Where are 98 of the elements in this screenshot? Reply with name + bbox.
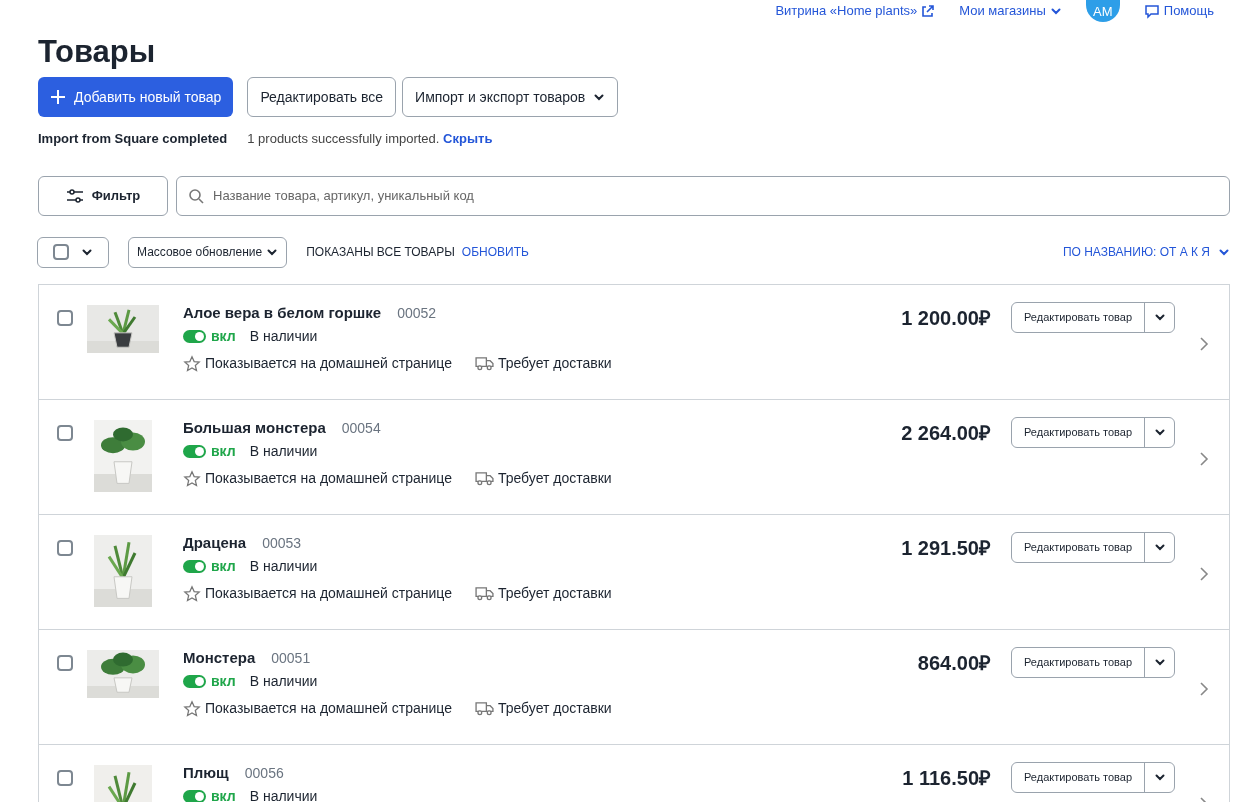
plus-icon — [50, 89, 66, 105]
product-price: 864.00₽ — [917, 650, 991, 676]
stock-status: В наличии — [249, 672, 318, 691]
shipping-label: Требует доставки — [497, 584, 612, 603]
toggle-switch[interactable] — [183, 330, 206, 343]
toggle-switch[interactable] — [183, 445, 206, 458]
product-name[interactable]: Плющ — [183, 761, 229, 784]
truck-icon — [474, 471, 494, 486]
chevron-down-icon — [1153, 541, 1166, 553]
product-code: 00051 — [271, 648, 311, 668]
search-field[interactable]: Название товара, артикул, уникальный код — [176, 175, 1230, 216]
notice-title: Import from Square completed — [38, 130, 228, 148]
checkbox[interactable] — [57, 309, 73, 326]
chevron-down-icon — [1049, 5, 1062, 17]
toggle-label: вкл — [211, 442, 236, 461]
toggle-label: вкл — [211, 672, 236, 691]
product-code: 00052 — [397, 303, 437, 323]
checkbox[interactable] — [57, 769, 73, 786]
edit-product-button[interactable]: Редактировать товар — [1012, 302, 1145, 332]
checkbox[interactable] — [53, 244, 69, 260]
product-code: 00053 — [262, 533, 302, 553]
product-name[interactable]: Алое вера в белом горшке — [183, 301, 382, 324]
featured-label: Показывается на домашней странице — [205, 469, 452, 488]
star-icon — [183, 354, 201, 373]
edit-product-button[interactable]: Редактировать товар — [1012, 417, 1145, 447]
toggle-switch[interactable] — [183, 790, 206, 802]
import-export-button[interactable]: Импорт и экспорт товаров — [402, 77, 619, 117]
sliders-icon — [65, 188, 84, 203]
toggle-label: вкл — [211, 557, 236, 576]
filter-button[interactable]: Фильтр — [38, 175, 168, 216]
chevron-down-icon — [1153, 771, 1166, 783]
chevron-right-icon[interactable] — [1199, 680, 1209, 697]
star-icon — [183, 699, 201, 718]
edit-product-split-button[interactable]: Редактировать товар — [1011, 531, 1175, 563]
select-all-dropdown[interactable] — [37, 236, 109, 268]
product-price: 1 291.50₽ — [901, 535, 991, 561]
sort-dropdown[interactable]: ПО НАЗВАНИЮ: ОТ А К Я — [1062, 243, 1230, 261]
toggle-label: вкл — [211, 327, 236, 346]
stock-status: В наличии — [249, 442, 318, 461]
toggle-switch[interactable] — [183, 675, 206, 688]
toggle-switch[interactable] — [183, 560, 206, 573]
featured-label: Показывается на домашней странице — [205, 354, 452, 373]
chevron-down-icon — [1218, 246, 1230, 258]
featured-label: Показывается на домашней странице — [205, 699, 452, 718]
stores-menu[interactable]: Мои магазины — [959, 1, 1062, 21]
star-icon — [183, 469, 201, 488]
featured-label: Показывается на домашней странице — [205, 584, 452, 603]
checkbox[interactable] — [57, 424, 73, 441]
chevron-down-icon — [1153, 656, 1166, 668]
status-text: ПОКАЗАНЫ ВСЕ ТОВАРЫ — [306, 244, 455, 261]
edit-all-button[interactable]: Редактировать все — [247, 77, 397, 117]
chat-bubble-icon — [1143, 3, 1160, 19]
storefront-link[interactable]: Витрина «Home plants» — [775, 1, 918, 21]
product-name[interactable]: Драцена — [183, 531, 247, 554]
help-link[interactable]: Помощь — [1163, 1, 1214, 21]
truck-icon — [474, 356, 494, 371]
chevron-right-icon[interactable] — [1199, 565, 1209, 582]
product-name[interactable]: Монстера — [183, 646, 256, 669]
truck-icon — [474, 586, 494, 601]
chevron-down-icon — [1153, 311, 1166, 323]
truck-icon — [474, 701, 494, 716]
bulk-update-dropdown[interactable]: Массовое обновление — [128, 236, 288, 268]
external-link-icon — [921, 4, 936, 18]
edit-product-split-button[interactable]: Редактировать товар — [1011, 416, 1175, 448]
checkbox[interactable] — [57, 654, 73, 671]
checkbox[interactable] — [57, 539, 73, 556]
notice-message: 1 products successfully imported. Скрыть — [247, 130, 493, 148]
product-name[interactable]: Большая монстера — [183, 416, 326, 439]
chevron-right-icon[interactable] — [1199, 450, 1209, 467]
page-title: Товары — [38, 33, 157, 71]
stock-status: В наличии — [249, 787, 318, 802]
stock-status: В наличии — [249, 327, 318, 346]
shipping-label: Требует доставки — [497, 469, 612, 488]
product-code: 00056 — [244, 763, 284, 783]
refresh-link[interactable]: ОБНОВИТЬ — [461, 243, 529, 261]
chevron-right-icon[interactable] — [1199, 335, 1209, 352]
edit-product-button[interactable]: Редактировать товар — [1012, 532, 1145, 562]
product-price: 1 116.50₽ — [902, 765, 991, 791]
search-icon — [188, 187, 204, 204]
edit-product-split-button[interactable]: Редактировать товар — [1011, 646, 1175, 678]
toggle-label: вкл — [211, 787, 236, 802]
chevron-down-icon — [266, 246, 279, 258]
edit-product-split-button[interactable]: Редактировать товар — [1011, 761, 1175, 793]
shipping-label: Требует доставки — [497, 354, 612, 373]
shipping-label: Требует доставки — [497, 699, 612, 718]
product-price: 1 200.00₽ — [901, 305, 991, 331]
star-icon — [183, 584, 201, 603]
stock-status: В наличии — [249, 557, 318, 576]
edit-product-button[interactable]: Редактировать товар — [1012, 762, 1145, 792]
add-product-button[interactable]: Добавить новый товар — [38, 77, 234, 117]
product-price: 2 264.00₽ — [901, 420, 991, 446]
chevron-down-icon — [81, 246, 93, 258]
chevron-down-icon — [1153, 426, 1166, 438]
edit-product-button[interactable]: Редактировать товар — [1012, 647, 1145, 677]
product-code: 00054 — [341, 418, 381, 438]
chevron-down-icon — [593, 91, 606, 103]
edit-product-split-button[interactable]: Редактировать товар — [1011, 301, 1175, 333]
hide-link[interactable]: Скрыть — [443, 131, 493, 146]
